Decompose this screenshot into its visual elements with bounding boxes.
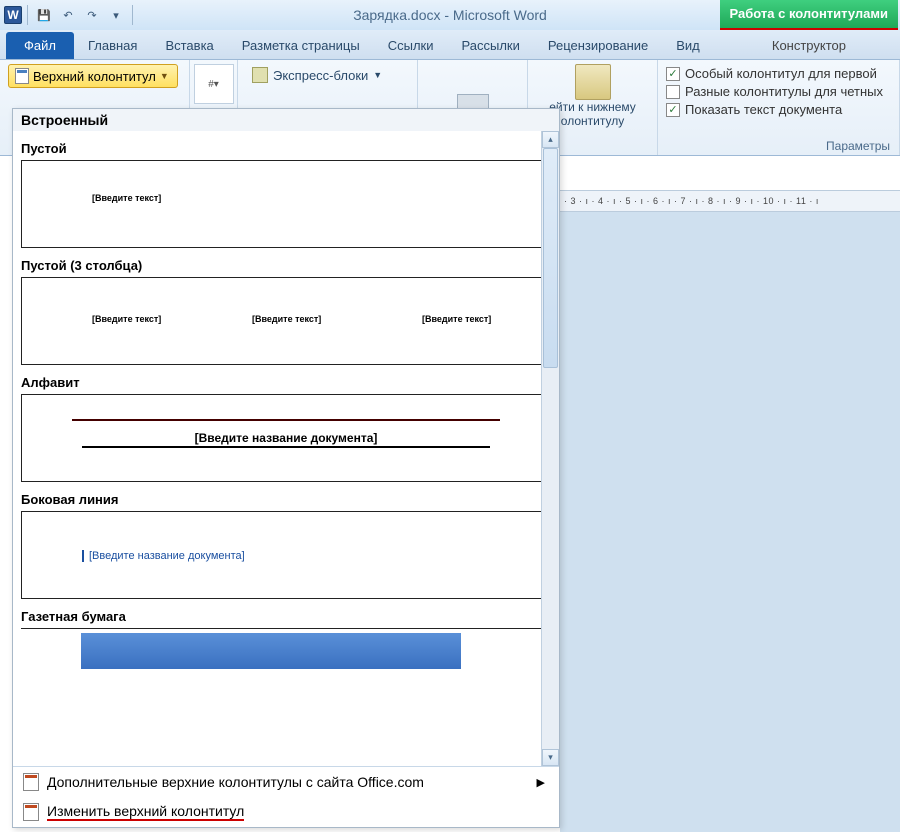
checkbox-icon [666,85,680,99]
qat-separator [132,5,133,25]
express-label: Экспресс-блоки [273,68,368,83]
placeholder-text: [Введите текст] [92,193,161,203]
submenu-arrow-icon: ▶ [537,776,545,789]
placeholder-text: [Введите текст] [422,314,491,324]
decor-line [72,419,500,421]
gallery-item-sideline[interactable]: [Введите название документа] [21,511,551,599]
group-label-params: Параметры [826,139,890,153]
header-button-label: Верхний колонтитул [33,69,156,84]
gallery-cat-sideline: Боковая линия [21,492,551,507]
scroll-down-icon[interactable]: ▾ [542,749,559,766]
go-to-footer-label-2: олонтитулу [561,114,624,128]
tab-layout[interactable]: Разметка страницы [228,32,374,59]
page-header-icon [15,68,29,84]
gallery-item-empty[interactable]: [Введите текст] [21,160,551,248]
gallery-body: Пустой [Введите текст] Пустой (3 столбца… [13,131,559,766]
header-gallery-dropdown: Встроенный Пустой [Введите текст] Пустой… [12,108,560,828]
tab-insert[interactable]: Вставка [151,32,227,59]
qat-separator [27,5,28,25]
tab-home[interactable]: Главная [74,32,151,59]
tab-view[interactable]: Вид [662,32,714,59]
word-app-icon[interactable]: W [4,6,22,24]
page-number-dropdown[interactable]: #▾ [194,64,234,104]
contextual-tab-header[interactable]: Работа с колонтитулами [720,0,898,30]
quick-access-toolbar: W 💾 ↶ ↷ ▾ [0,4,136,26]
chk-label-1: Особый колонтитул для первой [685,66,877,81]
menu-edit-header[interactable]: Изменить верхний колонтитул [13,797,559,827]
page-icon [23,773,39,791]
qat-customize-caret-icon[interactable]: ▾ [105,4,127,26]
checkbox-icon [666,67,680,81]
menu-label: Изменить верхний колонтитул [47,803,244,821]
chk-label-3: Показать текст документа [685,102,842,117]
title-bar: W 💾 ↶ ↷ ▾ Зарядка.docx - Microsoft Word … [0,0,900,30]
decor-blue-bar [81,633,461,669]
gallery-item-newsprint[interactable] [21,628,551,678]
undo-icon[interactable]: ↶ [57,4,79,26]
scroll-thumb[interactable] [543,148,558,368]
menu-more-from-office[interactable]: Дополнительные верхние колонтитулы с сай… [13,767,559,797]
tab-references[interactable]: Ссылки [374,32,448,59]
redo-icon[interactable]: ↷ [81,4,103,26]
checkbox-first-page[interactable]: Особый колонтитул для первой [666,66,891,81]
caret-down-icon: ▼ [160,71,169,81]
gallery-cat-alpha: Алфавит [21,375,551,390]
placeholder-text: [Введите текст] [92,314,161,324]
document-canvas[interactable] [560,212,900,832]
save-icon[interactable]: 💾 [33,4,55,26]
gallery-cat-empty3: Пустой (3 столбца) [21,258,551,273]
gallery-item-empty3[interactable]: [Введите текст] [Введите текст] [Введите… [21,277,551,365]
gallery-scrollbar[interactable]: ▴ ▾ [541,131,559,766]
ribbon-group-options: Особый колонтитул для первой Разные коло… [658,60,900,155]
chk-label-2: Разные колонтитулы для четных [685,84,883,99]
ribbon-tabs: Файл Главная Вставка Разметка страницы С… [0,30,900,60]
scroll-up-icon[interactable]: ▴ [542,131,559,148]
express-blocks-button[interactable]: Экспресс-блоки ▼ [246,64,409,86]
checkbox-odd-even[interactable]: Разные колонтитулы для четных [666,84,891,99]
header-dropdown-button[interactable]: Верхний колонтитул ▼ [8,64,178,88]
caret-down-icon: ▼ [373,70,382,80]
tab-review[interactable]: Рецензирование [534,32,662,59]
checkbox-icon [666,103,680,117]
placeholder-title: [Введите название документа] [82,550,245,562]
tab-mailings[interactable]: Рассылки [448,32,534,59]
gallery-cat-empty: Пустой [21,141,551,156]
horizontal-ruler[interactable]: · 3 · ı · 4 · ı · 5 · ı · 6 · ı · 7 · ı … [560,190,900,212]
gallery-section-builtin: Встроенный [13,109,559,131]
tab-design[interactable]: Конструктор [758,32,860,59]
page-icon [23,803,39,821]
tab-file[interactable]: Файл [6,32,74,59]
building-blocks-icon [252,67,268,83]
checkbox-show-text[interactable]: Показать текст документа [666,102,891,117]
gallery-cat-newsprint: Газетная бумага [21,609,551,624]
menu-label: Дополнительные верхние колонтитулы с сай… [47,774,424,790]
go-to-footer-icon[interactable] [575,64,611,100]
placeholder-title: [Введите название документа] [82,431,490,448]
go-to-footer-label-1: ейти к нижнему [549,100,636,114]
gallery-item-alpha[interactable]: [Введите название документа] [21,394,551,482]
placeholder-text: [Введите текст] [252,314,321,324]
gallery-footer: Дополнительные верхние колонтитулы с сай… [13,766,559,827]
